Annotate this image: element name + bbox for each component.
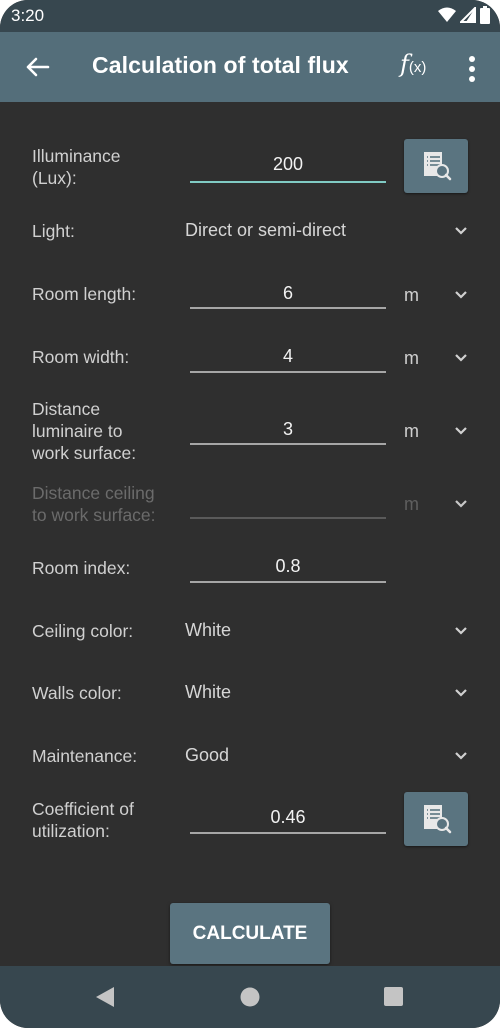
battery-icon [480,6,490,24]
distance-ceiling-underline [190,517,386,519]
status-bar: 3:20 [0,0,500,32]
illuminance-lookup-button[interactable] [404,139,468,193]
room-index-field[interactable]: 0.8 [190,556,386,583]
distance-luminaire-value: 3 [282,419,293,439]
coefficient-lookup-button[interactable] [404,792,468,846]
chevron-down-icon[interactable] [453,226,469,236]
room-length-underline [190,307,386,309]
distance-luminaire-label-line1: Distance [32,399,101,419]
distance-luminaire-label: Distance luminaire to work surface: [32,398,136,464]
coefficient-label: Coefficient of utilization: [32,798,134,842]
recents-square-icon[interactable] [384,986,404,1008]
coefficient-field[interactable]: 0.46 [190,807,386,834]
maintenance-label: Maintenance: [32,746,138,766]
home-circle-icon[interactable] [240,986,260,1008]
page-title: Calculation of total flux [92,52,349,78]
status-icons [438,6,490,24]
chevron-down-icon[interactable] [453,626,469,636]
distance-ceiling-input [190,492,386,519]
coefficient-label-line1: Coefficient of [32,799,134,819]
room-length-input[interactable]: 6 [190,283,386,309]
more-vert-icon[interactable] [462,54,482,84]
table-search-icon [424,805,452,834]
walls-color-select[interactable]: White [185,682,231,703]
room-width-unit[interactable]: m [404,348,419,369]
room-length-label: Room length: [32,284,137,304]
chevron-down-icon[interactable] [453,499,469,509]
chevron-down-icon[interactable] [453,426,469,436]
room-width-label: Room width: [32,347,130,367]
chevron-down-icon[interactable] [453,751,469,761]
light-label: Light: [32,221,75,241]
distance-ceiling-label-line2: to work surface: [32,505,156,525]
room-index-label: Room index: [32,558,131,578]
chevron-down-icon[interactable] [453,353,469,363]
illuminance-label-line1: Illuminance [32,146,121,166]
chevron-down-icon[interactable] [453,688,469,698]
maintenance-select[interactable]: Good [185,745,229,766]
room-length-value: 6 [282,283,293,303]
room-length-unit[interactable]: m [404,285,419,306]
form-content: Illuminance (Lux): 200 Light: Direct or … [0,102,500,966]
distance-luminaire-label-line2: luminaire to [32,421,123,441]
room-width-underline [190,371,386,373]
distance-luminaire-underline [190,443,386,445]
ceiling-color-label: Ceiling color: [32,621,134,641]
room-width-value: 4 [282,346,293,366]
formula-x: (x) [408,59,427,76]
signal-icon [460,7,476,23]
distance-luminaire-label-line3: work surface: [32,443,137,463]
coefficient-value: 0.46 [270,807,306,827]
phone-screen: 3:20 Calculation of total flux f(x) Illu… [0,0,500,1028]
chevron-down-icon[interactable] [453,290,469,300]
table-search-icon [424,152,452,181]
illuminance-label-line2: (Lux): [32,168,77,188]
status-time: 3:20 [11,6,45,25]
distance-ceiling-label: Distance ceiling to work surface: [32,482,156,526]
arrow-left-icon[interactable] [22,52,52,82]
formula-f: f [400,50,409,78]
ceiling-color-select[interactable]: White [185,620,231,641]
distance-ceiling-label-line1: Distance ceiling [32,483,155,503]
wifi-icon [438,7,456,22]
distance-luminaire-input[interactable]: 3 [190,419,386,445]
walls-color-label: Walls color: [32,683,122,703]
coefficient-underline [190,832,386,834]
coefficient-label-line2: utilization: [32,821,110,841]
back-triangle-icon[interactable] [95,986,115,1008]
nav-bar [0,966,500,1028]
light-select[interactable]: Direct or semi-direct [185,220,346,241]
app-bar: Calculation of total flux f(x) [0,32,500,102]
calculate-button[interactable]: CALCULATE [170,903,330,964]
formula-button[interactable]: f(x) [400,50,426,78]
illuminance-input[interactable]: 200 [190,154,386,183]
illuminance-label: Illuminance (Lux): [32,145,121,189]
distance-ceiling-unit: m [404,494,419,514]
illuminance-value: 200 [272,154,304,174]
illuminance-underline [190,181,386,183]
distance-luminaire-unit[interactable]: m [404,421,419,442]
room-index-value: 0.8 [275,556,301,576]
room-index-underline [190,581,386,583]
room-width-input[interactable]: 4 [190,346,386,373]
